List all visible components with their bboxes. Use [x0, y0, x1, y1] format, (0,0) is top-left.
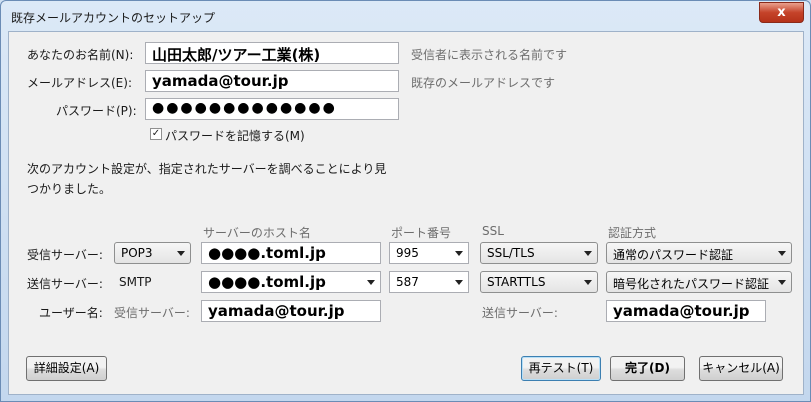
retest-button[interactable]: 再テスト(T) — [521, 356, 601, 381]
remember-password-checkbox[interactable]: ✓ — [150, 128, 162, 140]
incoming-ssl-value: SSL/TLS — [487, 246, 535, 260]
chevron-down-icon — [584, 251, 592, 256]
username-label: ユーザー名: — [39, 306, 103, 320]
found-message-line1: 次のアカウント設定が、指定されたサーバーを調べることにより見 — [27, 162, 387, 176]
outgoing-host-value: ●●●●.toml.jp — [208, 273, 326, 291]
email-hint: 既存のメールアドレスです — [411, 76, 556, 90]
incoming-protocol-value: POP3 — [121, 246, 153, 260]
dialog-body: あなたのお名前(N): 山田太郎/ツアー工業(株) 受信者に表示される名前です … — [8, 31, 804, 395]
incoming-protocol-select[interactable]: POP3 — [114, 242, 191, 264]
outgoing-ssl-value: STARTTLS — [487, 275, 546, 289]
chevron-down-icon — [367, 280, 375, 285]
name-hint: 受信者に表示される名前です — [411, 48, 568, 62]
chevron-down-icon — [584, 280, 592, 285]
password-field[interactable]: ●●●●●●●●●●●●● — [145, 98, 399, 120]
username-incoming-label: 受信サーバー: — [114, 306, 190, 320]
username-outgoing-field[interactable]: yamada@tour.jp — [606, 300, 766, 322]
outgoing-port-select[interactable]: 587 — [389, 271, 469, 293]
account-setup-window: 既存メールアカウントのセットアップ x あなたのお名前(N): 山田太郎/ツアー… — [0, 0, 811, 402]
outgoing-ssl-select[interactable]: STARTTLS — [480, 271, 598, 293]
column-host: サーバーのホスト名 — [203, 226, 311, 240]
outgoing-server-label: 送信サーバー: — [27, 277, 103, 291]
remember-password-label[interactable]: パスワードを記憶する(M) — [165, 127, 305, 144]
chevron-down-icon — [177, 251, 185, 256]
chevron-down-icon — [455, 251, 463, 256]
username-incoming-field[interactable]: yamada@tour.jp — [201, 300, 381, 322]
email-field[interactable]: yamada@tour.jp — [145, 70, 399, 92]
close-button[interactable]: x — [759, 2, 804, 23]
outgoing-protocol: SMTP — [119, 275, 152, 289]
chevron-down-icon — [778, 280, 786, 285]
found-message-line2: つかりました。 — [27, 182, 112, 196]
column-ssl: SSL — [482, 224, 504, 238]
outgoing-auth-value: 暗号化されたパスワード認証 — [613, 277, 770, 291]
password-label: パスワード(P): — [56, 104, 137, 118]
incoming-auth-select[interactable]: 通常のパスワード認証 — [606, 242, 792, 264]
incoming-ssl-select[interactable]: SSL/TLS — [480, 242, 598, 264]
chevron-down-icon — [778, 251, 786, 256]
outgoing-host-combo[interactable]: ●●●●.toml.jp — [201, 271, 381, 293]
incoming-port-select[interactable]: 995 — [389, 242, 469, 264]
username-outgoing-label: 送信サーバー: — [482, 306, 558, 320]
done-button[interactable]: 完了(D) — [610, 356, 685, 381]
name-label: あなたのお名前(N): — [27, 48, 134, 62]
incoming-port-value: 995 — [396, 246, 419, 260]
email-label: メールアドレス(E): — [27, 76, 132, 90]
column-auth: 認証方式 — [608, 226, 657, 240]
advanced-settings-button[interactable]: 詳細設定(A) — [26, 356, 107, 381]
outgoing-port-value: 587 — [396, 275, 419, 289]
incoming-server-label: 受信サーバー: — [27, 248, 103, 262]
cancel-button[interactable]: キャンセル(A) — [699, 356, 783, 381]
incoming-auth-value: 通常のパスワード認証 — [613, 248, 734, 262]
incoming-host-field[interactable]: ●●●●.toml.jp — [201, 242, 381, 264]
outgoing-auth-select[interactable]: 暗号化されたパスワード認証 — [606, 271, 792, 293]
name-field[interactable]: 山田太郎/ツアー工業(株) — [145, 42, 399, 64]
chevron-down-icon — [455, 280, 463, 285]
window-title: 既存メールアカウントのセットアップ — [11, 11, 216, 25]
title-bar[interactable]: 既存メールアカウントのセットアップ x — [1, 1, 810, 32]
column-port: ポート番号 — [391, 226, 452, 240]
